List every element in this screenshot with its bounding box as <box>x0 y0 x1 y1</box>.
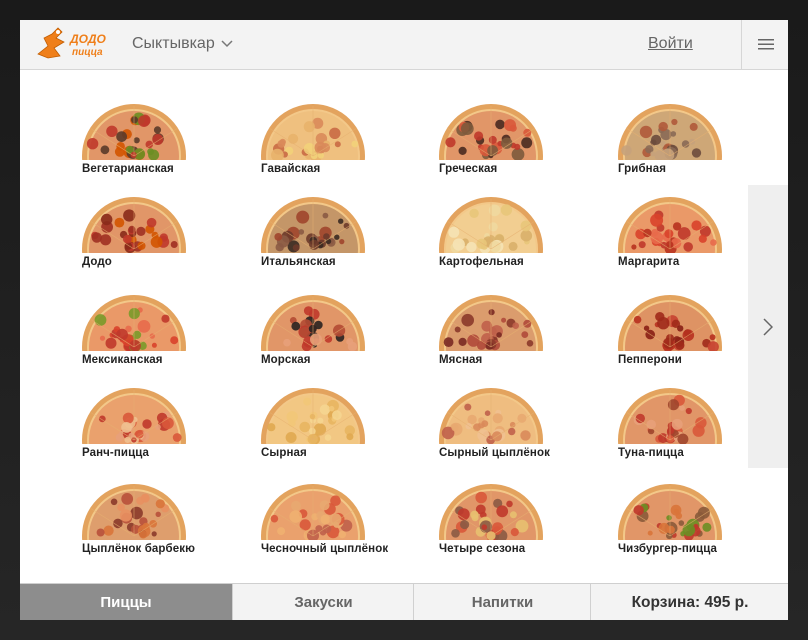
pizza-image <box>618 382 722 444</box>
pizza-image <box>439 191 543 253</box>
pizza-name: Греческая <box>439 163 498 175</box>
pizza-image <box>261 98 365 160</box>
pizza-name: Маргарита <box>618 256 680 268</box>
tab-drinks[interactable]: Напитки <box>413 584 591 620</box>
tab-pizzas[interactable]: Пиццы <box>20 584 232 620</box>
pizza-name: Морская <box>261 354 311 366</box>
pizza-name: Четыре сезона <box>439 543 526 555</box>
pizza-card[interactable]: Четыре сезона <box>439 478 609 558</box>
pizza-card[interactable]: Додо <box>82 191 252 271</box>
city-label: Сыктывкар <box>132 35 215 52</box>
pizza-image <box>439 478 543 540</box>
pizza-name: Гавайская <box>261 163 321 175</box>
pizza-image <box>261 478 365 540</box>
pizza-name: Картофельная <box>439 256 524 268</box>
pizza-image <box>261 289 365 351</box>
tab-snacks[interactable]: Закуски <box>232 584 414 620</box>
city-selector[interactable]: Сыктывкар <box>132 35 233 53</box>
header: ДОДО пицца Сыктывкар Войти <box>20 20 788 70</box>
cart-button[interactable]: Корзина: 495 р. <box>590 584 788 620</box>
pizza-card[interactable]: Чесночный цыплёнок <box>261 478 431 558</box>
pizza-name: Цыплёнок барбекю <box>82 543 195 555</box>
pizza-image <box>82 191 186 253</box>
pizza-name: Ранч-пицца <box>82 447 150 459</box>
pizza-image <box>261 191 365 253</box>
pizza-name: Чесночный цыплёнок <box>261 543 389 555</box>
pizza-card[interactable]: Цыплёнок барбекю <box>82 478 252 558</box>
pizza-image <box>82 98 186 160</box>
pizza-name: Пепперони <box>618 354 682 366</box>
pizza-name: Чизбургер-пицца <box>618 543 718 555</box>
pizza-image <box>618 478 722 540</box>
pizza-name: Вегетарианская <box>82 163 174 175</box>
bottom-tabs: Пиццы Закуски Напитки Корзина: 495 р. <box>20 583 788 620</box>
pizza-image <box>82 289 186 351</box>
chevron-down-icon <box>221 40 233 48</box>
logo-text-bottom: пицца <box>72 47 103 58</box>
pizza-name: Додо <box>82 256 112 268</box>
pizza-image <box>82 382 186 444</box>
pizza-name: Итальянская <box>261 256 336 268</box>
pizza-image <box>82 478 186 540</box>
pizza-name: Мексиканская <box>82 354 163 366</box>
pizza-name: Туна-пицца <box>618 447 684 459</box>
pizza-name: Грибная <box>618 163 667 175</box>
pizza-card[interactable]: Морская <box>261 289 431 369</box>
pizza-card[interactable]: Греческая <box>439 98 609 178</box>
pizza-name: Сырная <box>261 447 307 459</box>
next-page-button[interactable] <box>748 185 788 468</box>
pizza-card[interactable]: Картофельная <box>439 191 609 271</box>
pizza-image <box>618 289 722 351</box>
logo-text-top: ДОДО <box>69 32 107 46</box>
pizza-card[interactable]: Сырный цыплёнок <box>439 382 609 462</box>
pizza-card[interactable]: Мексиканская <box>82 289 252 369</box>
pizza-card[interactable]: Итальянская <box>261 191 431 271</box>
pizza-card[interactable]: Сырная <box>261 382 431 462</box>
pizza-card[interactable]: Чизбургер-пицца <box>618 478 788 558</box>
pizza-card[interactable]: Ранч-пицца <box>82 382 252 462</box>
dodo-logo[interactable]: ДОДО пицца <box>34 24 120 64</box>
pizza-image <box>439 382 543 444</box>
pizza-image <box>261 382 365 444</box>
pizza-image <box>618 98 722 160</box>
pizza-name: Сырный цыплёнок <box>439 447 550 459</box>
menu-button[interactable] <box>741 20 788 69</box>
app-screen: ДОДО пицца Сыктывкар Войти Вегетарианска… <box>20 20 788 620</box>
hamburger-menu-icon <box>757 39 774 50</box>
pizza-image <box>439 289 543 351</box>
pizza-card[interactable]: Грибная <box>618 98 788 178</box>
chevron-right-icon <box>763 317 773 336</box>
pizza-name: Мясная <box>439 354 483 366</box>
pizza-image <box>439 98 543 160</box>
login-link[interactable]: Войти <box>648 35 693 53</box>
pizza-grid: Вегетарианская Гавайская Греческая Грибн… <box>20 69 788 583</box>
pizza-card[interactable]: Вегетарианская <box>82 98 252 178</box>
pizza-image <box>618 191 722 253</box>
pizza-card[interactable]: Мясная <box>439 289 609 369</box>
pizza-card[interactable]: Гавайская <box>261 98 431 178</box>
